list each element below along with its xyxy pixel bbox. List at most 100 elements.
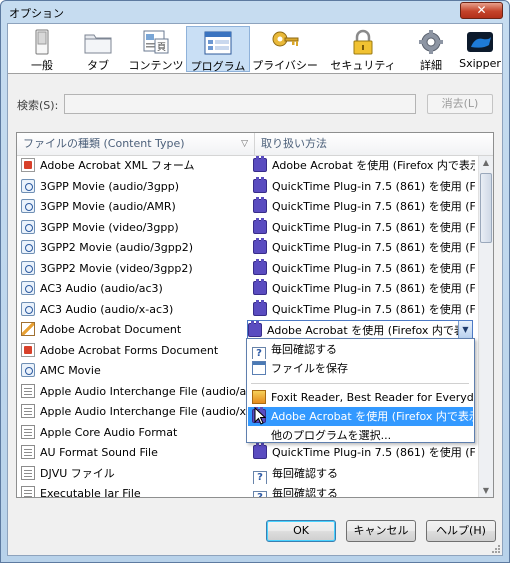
content-type-cell: 3GPP Movie (audio/3gpp): [21, 177, 251, 197]
cancel-button[interactable]: キャンセル: [346, 520, 416, 542]
menu-separator: [251, 383, 469, 384]
action-combobox[interactable]: Adobe Acrobat を使用 (Firefox 内で表示) ▼: [247, 320, 473, 340]
pdf-file-icon: [21, 342, 35, 357]
action-label: QuickTime Plug-in 7.5 (861) を使用 (Firefox…: [272, 220, 475, 234]
vertical-scrollbar[interactable]: ▲ ▼: [478, 156, 493, 497]
dropdown-menu-item[interactable]: 他のプログラムを選択...: [248, 426, 473, 445]
content-type-cell: Adobe Acrobat XML フォーム: [21, 156, 251, 176]
foxit-reader-icon: [252, 390, 266, 404]
content-type-cell: Apple Audio Interchange File (audio/aiff…: [21, 382, 251, 402]
table-row[interactable]: AC3 Audio (audio/x-ac3) QuickTime Plug-in…: [17, 299, 477, 320]
table-row[interactable]: 3GPP Movie (video/3gpp) QuickTime Plug-in…: [17, 217, 477, 238]
content-type-cell: Adobe Acrobat Forms Document: [21, 341, 251, 361]
table-row[interactable]: Adobe Acrobat Document Adobe Acrobat を使用 …: [17, 320, 477, 340]
tab-general[interactable]: 一般: [14, 26, 70, 72]
tab-general-label: 一般: [31, 59, 53, 72]
acrobat-document-icon: [21, 322, 35, 336]
list-header: ファイルの種類 (Content Type) ▽ 取り扱い方法: [17, 133, 493, 156]
content-type-cell: 3GPP2 Movie (audio/3gpp2): [21, 238, 251, 258]
ask-question-icon: ?: [253, 470, 267, 484]
title-bar[interactable]: オプション ✕: [1, 1, 509, 23]
quicktime-file-icon: [21, 281, 35, 295]
window-title: オプション: [9, 7, 64, 20]
content-type-cell: AU Format Sound File: [21, 443, 251, 463]
action-label: QuickTime Plug-in 7.5 (861) を使用 (Firefox…: [272, 179, 475, 193]
action-cell: QuickTime Plug-in 7.5 (861) を使用 (Firefox…: [253, 258, 475, 279]
close-button[interactable]: ✕: [460, 2, 503, 19]
content-type-label: AC3 Audio (audio/x-ac3): [40, 302, 174, 316]
content-type-label: Apple Audio Interchange File (audio/aiff…: [40, 384, 251, 398]
table-row[interactable]: Executable Jar File? 毎回確認する: [17, 484, 477, 498]
privacy-key-icon: [272, 31, 299, 47]
document-file-icon: [21, 445, 35, 459]
table-row[interactable]: AC3 Audio (audio/ac3) QuickTime Plug-in 7…: [17, 279, 477, 299]
table-row[interactable]: 3GPP2 Movie (audio/3gpp2) QuickTime Plug-…: [17, 238, 477, 258]
tab-advanced[interactable]: 詳細: [408, 26, 454, 72]
action-cell: QuickTime Plug-in 7.5 (861) を使用 (Firefox…: [253, 217, 475, 238]
quicktime-file-icon: [21, 301, 35, 316]
content-type-cell: Apple Audio Interchange File (audio/x-ai…: [21, 402, 251, 422]
action-label: QuickTime Plug-in 7.5 (861) を使用 (Firefox…: [272, 282, 475, 295]
tab-applications-label: プログラム: [190, 60, 246, 73]
search-input[interactable]: [64, 94, 416, 114]
content-type-cell: Executable Jar File: [21, 484, 251, 498]
tab-security-label: セキュリティ: [330, 59, 396, 72]
tab-sxipper[interactable]: Sxipper: [458, 26, 502, 72]
column-header-content-type[interactable]: ファイルの種類 (Content Type) ▽: [17, 133, 255, 155]
scroll-up-arrow-icon[interactable]: ▲: [479, 156, 493, 170]
help-button[interactable]: ヘルプ(H): [426, 520, 496, 542]
table-row[interactable]: DJVU ファイル ? 毎回確認する: [17, 464, 477, 484]
combo-dropdown-arrow-icon[interactable]: ▼: [458, 321, 472, 339]
tab-privacy[interactable]: プライバシー: [250, 26, 320, 72]
list-rows: Adobe Acrobat XML フォーム Adobe Acrobat を使用 …: [17, 156, 477, 498]
scroll-down-arrow-icon[interactable]: ▼: [479, 484, 493, 497]
action-label: QuickTime Plug-in 7.5 (861) を使用 (Firefox…: [272, 261, 475, 275]
content-type-label: AU Format Sound File: [40, 446, 158, 459]
quicktime-file-icon: [21, 363, 35, 377]
dropdown-menu-item[interactable]: ? 毎回確認する: [248, 340, 473, 359]
tab-content[interactable]: 頁 コンテンツ: [126, 26, 186, 72]
table-row[interactable]: Adobe Acrobat XML フォーム Adobe Acrobat を使用 …: [17, 156, 477, 176]
tab-security[interactable]: セキュリティ: [328, 26, 398, 72]
table-row[interactable]: 3GPP Movie (audio/AMR) QuickTime Plug-in …: [17, 197, 477, 217]
tab-sxipper-label: Sxipper: [459, 57, 501, 70]
column-header-action[interactable]: 取り扱い方法: [255, 133, 479, 155]
content-type-label: Adobe Acrobat Forms Document: [40, 343, 219, 357]
action-cell: QuickTime Plug-in 7.5 (861) を使用 (Firefox…: [253, 299, 475, 320]
clear-button[interactable]: 消去(L): [427, 94, 493, 114]
dropdown-menu-item-label: Foxit Reader, Best Reader for Everyday U…: [271, 391, 473, 404]
content-type-cell: AC3 Audio (audio/ac3): [21, 279, 251, 299]
plugin-icon: [253, 238, 267, 254]
content-type-cell: Apple Core Audio Format: [21, 423, 251, 443]
tab-advanced-label: 詳細: [420, 59, 442, 72]
content-type-label: Adobe Acrobat Document: [40, 323, 182, 336]
action-dropdown-menu: ? 毎回確認する ファイルを保存 Foxit Reader, Best Reader …: [246, 338, 475, 443]
dropdown-menu-item-label: Adobe Acrobat を使用 (Firefox 内で表示): [271, 410, 473, 423]
resize-grip-icon[interactable]: [490, 543, 500, 553]
content-type-cell: 3GPP Movie (audio/AMR): [21, 197, 251, 217]
content-type-label: DJVU ファイル: [40, 466, 115, 480]
content-type-label: AC3 Audio (audio/ac3): [40, 282, 163, 295]
tab-applications[interactable]: プログラム: [186, 26, 250, 73]
scroll-thumb[interactable]: [480, 173, 492, 243]
content-type-label: Executable Jar File: [40, 487, 141, 498]
quicktime-file-icon: [21, 219, 35, 234]
ok-button[interactable]: OK: [266, 520, 336, 542]
tab-tabs[interactable]: タブ: [70, 26, 126, 72]
table-row[interactable]: 3GPP Movie (audio/3gpp) QuickTime Plug-in…: [17, 176, 477, 197]
plugin-icon: [253, 217, 267, 234]
dropdown-menu-item[interactable]: Foxit Reader, Best Reader for Everyday U…: [248, 388, 473, 407]
action-label: QuickTime Plug-in 7.5 (861) を使用 (Firefox…: [272, 302, 475, 316]
options-window: オプション ✕ 一般 タブ 頁 コンテンツ プログラム プライバシー セキュリテ…: [0, 0, 510, 563]
dropdown-menu-item[interactable]: Adobe Acrobat を使用 (Firefox 内で表示): [248, 407, 473, 426]
action-cell: ? 毎回確認する: [253, 464, 475, 484]
action-label: Adobe Acrobat を使用 (Firefox 内で表示): [272, 159, 475, 172]
table-row[interactable]: AU Format Sound File QuickTime Plug-in 7.…: [17, 443, 477, 463]
action-cell: Adobe Acrobat を使用 (Firefox 内で表示): [253, 156, 475, 176]
dropdown-menu-item[interactable]: ファイルを保存: [248, 359, 473, 378]
document-file-icon: [21, 424, 35, 439]
table-row[interactable]: 3GPP2 Movie (video/3gpp2) QuickTime Plug-…: [17, 258, 477, 279]
plugin-icon: [253, 443, 267, 459]
security-lock-icon: [353, 29, 373, 55]
document-file-icon: [21, 486, 35, 497]
